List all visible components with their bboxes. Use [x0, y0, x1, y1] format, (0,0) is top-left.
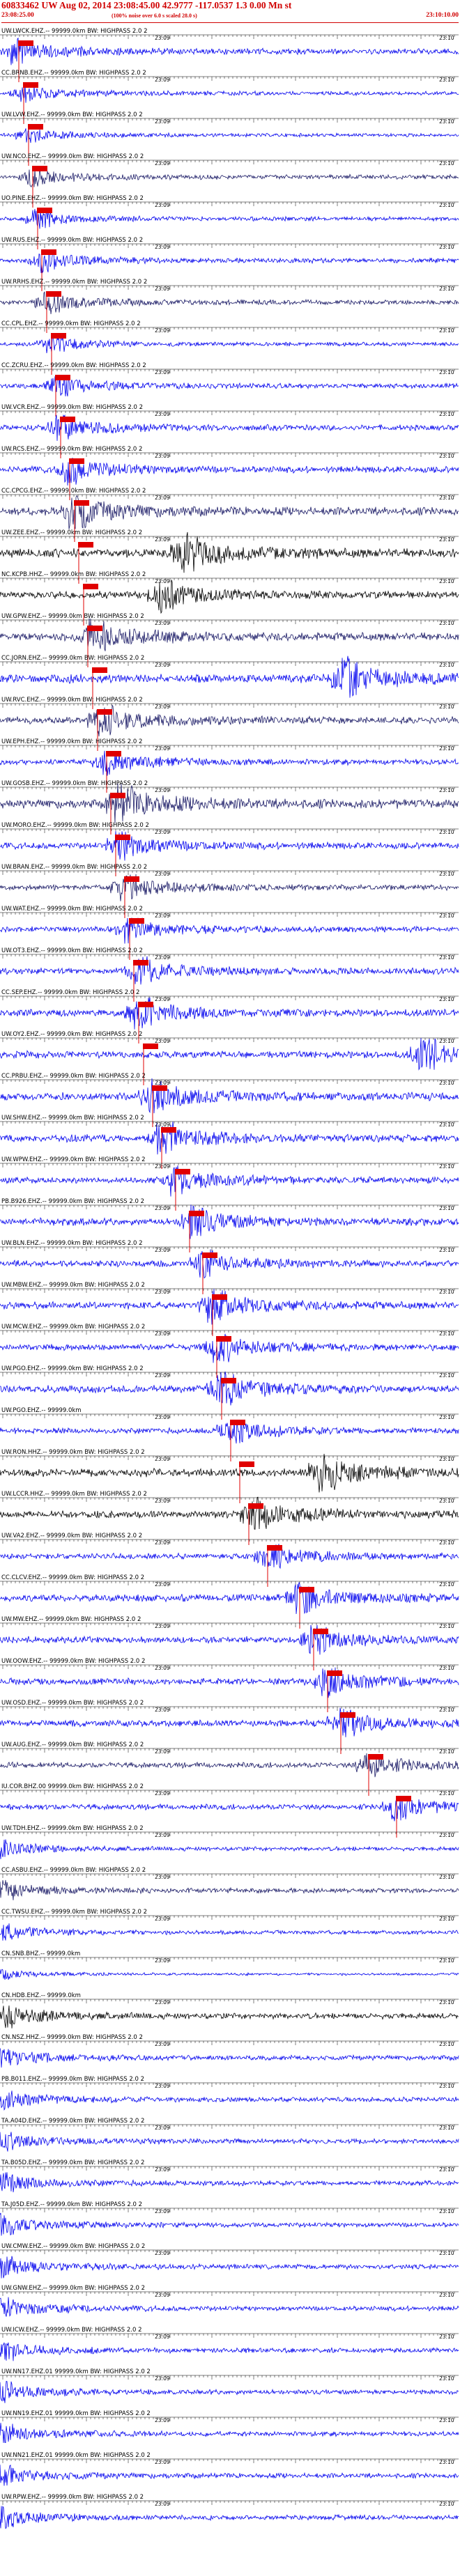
phase-pick-marker: [133, 960, 148, 965]
phase-pick-marker: [106, 751, 121, 756]
waveform: [0, 128, 459, 143]
waveform: [0, 84, 459, 103]
phase-pick-marker: [124, 876, 139, 882]
waveform: [0, 209, 459, 229]
waveform: [0, 1371, 459, 1406]
waveform: [0, 917, 459, 944]
waveform: [0, 495, 459, 529]
phase-pick-marker: [299, 1587, 314, 1592]
phase-pick-marker: [92, 667, 107, 673]
waveform: [0, 291, 459, 314]
waveform: [0, 750, 459, 776]
waveform: [0, 655, 459, 698]
phase-pick-marker: [340, 1712, 355, 1718]
waveform: [0, 1038, 459, 1071]
phase-pick-marker: [18, 40, 33, 46]
phase-pick-marker: [115, 835, 130, 840]
phase-pick-marker: [313, 1629, 328, 1634]
phase-pick-marker: [161, 1127, 176, 1133]
waveform: [0, 1707, 459, 1737]
waveform: [0, 37, 459, 65]
waveform: [0, 1582, 459, 1615]
waveform: [0, 1839, 459, 1859]
seismogram-traces: [0, 34, 459, 2529]
waveform: [0, 1204, 459, 1239]
waveform: [0, 618, 459, 651]
phase-pick-marker: [51, 333, 66, 339]
waveform: [0, 458, 459, 486]
phase-pick-marker: [83, 584, 98, 589]
phase-pick-marker: [78, 542, 93, 548]
phase-pick-marker: [28, 124, 43, 130]
waveform: [0, 1667, 459, 1698]
phase-pick-marker: [396, 1796, 411, 1801]
phase-pick-marker: [46, 291, 61, 297]
phase-pick-marker: [23, 82, 38, 88]
phase-pick-marker: [129, 918, 144, 924]
phase-pick-marker: [74, 500, 89, 506]
waveform: [0, 1289, 459, 1325]
waveform: [0, 956, 459, 985]
waveform: [0, 874, 459, 901]
waveform: [0, 334, 459, 354]
waveform: [0, 831, 459, 861]
phase-pick-marker: [110, 793, 125, 798]
phase-pick-marker: [221, 1378, 236, 1383]
waveform: [0, 580, 459, 614]
phase-pick-marker: [60, 417, 75, 422]
waveform: [0, 1624, 459, 1655]
waveform: [0, 1496, 459, 1530]
waveform: [0, 1454, 459, 1493]
phase-pick-marker: [230, 1420, 245, 1425]
phase-pick-marker: [143, 1043, 158, 1049]
phase-pick-marker: [189, 1211, 204, 1216]
waveform: [0, 1165, 459, 1197]
waveform: [0, 1753, 459, 1778]
waveform: [0, 997, 459, 1030]
phase-pick-marker: [327, 1670, 342, 1676]
phase-pick-marker: [41, 249, 56, 255]
waveform: [0, 168, 459, 187]
waveform: [0, 783, 459, 823]
phase-pick-marker: [32, 166, 47, 171]
phase-pick-marker: [248, 1503, 263, 1509]
waveform: [0, 1078, 459, 1114]
phase-pick-marker: [175, 1169, 190, 1174]
waveform: [0, 704, 459, 737]
waveform: [0, 249, 459, 274]
phase-pick-marker: [202, 1252, 217, 1258]
phase-pick-marker: [212, 1294, 227, 1300]
phase-pick-marker: [239, 1461, 254, 1467]
phase-pick-marker: [69, 458, 84, 464]
waveform: [0, 1122, 459, 1155]
waveform: [0, 1249, 459, 1279]
phase-pick-marker: [368, 1754, 383, 1760]
phase-pick-marker: [267, 1545, 282, 1551]
phase-pick-marker: [152, 1085, 167, 1091]
phase-pick-marker: [55, 375, 70, 380]
phase-pick-marker: [216, 1336, 231, 1342]
waveform: [0, 1795, 459, 1822]
phase-pick-marker: [87, 626, 102, 631]
waveform: [0, 532, 459, 573]
waveform: [0, 1420, 459, 1444]
phase-pick-marker: [37, 208, 52, 213]
phase-pick-marker: [138, 1002, 153, 1007]
phase-pick-marker: [97, 709, 112, 715]
waveform: [0, 1544, 459, 1569]
